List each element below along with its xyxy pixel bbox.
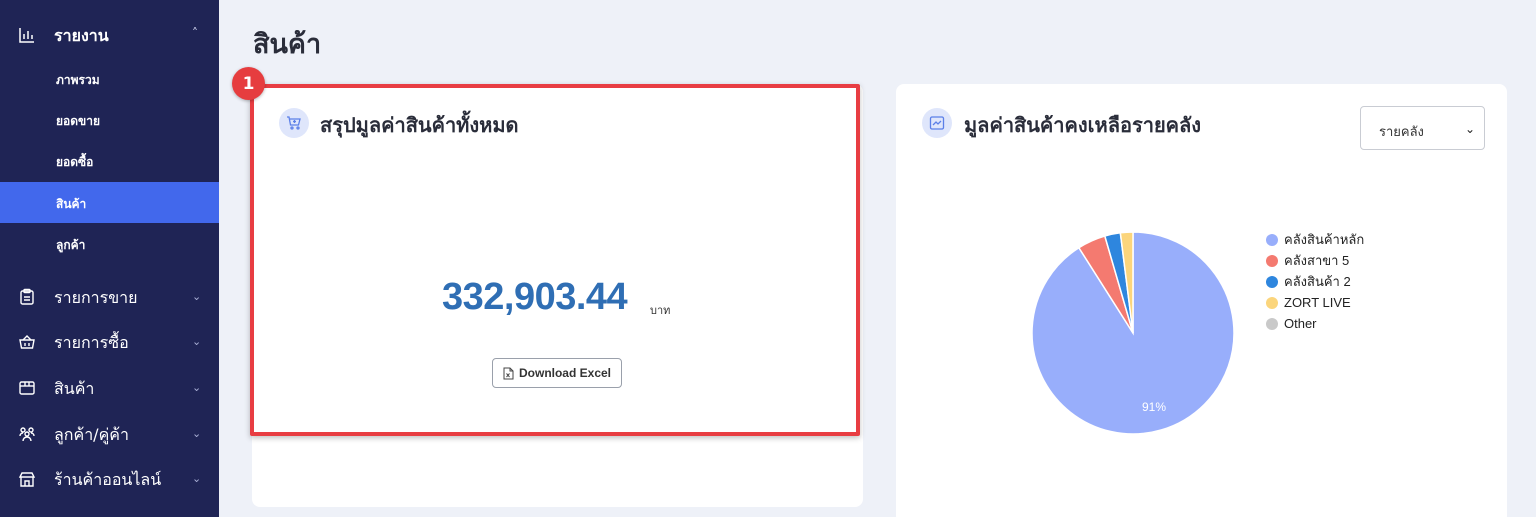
store-icon	[18, 472, 36, 487]
sidebar-subitem-overview[interactable]: ภาพรวม	[0, 58, 219, 99]
chevron-up-icon: ˄	[192, 26, 198, 40]
warehouse-pie-chart: 91%	[1031, 231, 1235, 435]
sidebar-item-products[interactable]: สินค้า ⌄	[0, 366, 219, 410]
annotation-badge: 1	[232, 67, 265, 100]
chevron-down-icon: ⌄	[192, 381, 202, 394]
legend-swatch	[1266, 233, 1278, 246]
sidebar-subitem-customers[interactable]: ลูกค้า	[0, 223, 219, 264]
warehouse-card-title: มูลค่าสินค้าคงเหลือรายคลัง	[964, 113, 1202, 137]
page-title: สินค้า	[253, 29, 322, 60]
bar-chart-icon	[19, 28, 34, 43]
sidebar-item-sales-orders[interactable]: รายการขาย ⌄	[0, 275, 219, 319]
legend-item[interactable]: Other	[1266, 313, 1364, 334]
legend-item[interactable]: ZORT LIVE	[1266, 292, 1364, 313]
chevron-down-icon: ⌄	[192, 427, 202, 440]
pie-slice-label: 91%	[1142, 400, 1166, 414]
sidebar-item-purchase-orders[interactable]: รายการซื้อ ⌄	[0, 320, 219, 364]
pie-legend: คลังสินค้าหลักคลังสาขา 5 คลังสินค้า 2 ZORT…	[1266, 229, 1364, 334]
box-icon	[19, 381, 35, 395]
legend-swatch	[1266, 275, 1278, 288]
sidebar-item-contacts[interactable]: ลูกค้า/คู่ค้า ⌄	[0, 412, 219, 456]
sidebar-subitem-purchases[interactable]: ยอดซื้อ	[0, 140, 219, 181]
warehouse-filter-select[interactable]: รายคลัง ⌄	[1360, 106, 1485, 150]
users-icon	[19, 427, 35, 442]
sidebar-section-label: รายงาน	[54, 26, 109, 45]
legend-item[interactable]: คลังสินค้า 2	[1266, 271, 1364, 292]
legend-swatch	[1266, 254, 1278, 267]
warehouse-filter-value: รายคลัง	[1379, 125, 1424, 140]
chevron-down-icon: ⌄	[192, 472, 202, 485]
chevron-down-icon: ⌄	[1465, 122, 1476, 136]
annotation-highlight	[250, 84, 860, 436]
legend-label: คลังสินค้า 2	[1284, 274, 1351, 289]
legend-item[interactable]: คลังสาขา 5	[1266, 250, 1364, 271]
sidebar-subitem-products[interactable]: สินค้า	[0, 182, 219, 223]
legend-label: คลังสินค้าหลัก	[1284, 232, 1365, 247]
clipboard-icon	[20, 288, 34, 305]
sidebar-section-reports[interactable]: รายงาน ˄	[0, 14, 219, 56]
legend-swatch	[1266, 296, 1278, 309]
legend-label: คลังสาขา 5	[1284, 253, 1350, 268]
legend-swatch	[1266, 317, 1278, 330]
sidebar: รายงาน ˄ ภาพรวม ยอดขาย ยอดซื้อ สินค้า ลู…	[0, 0, 219, 517]
legend-label: ZORT LIVE	[1284, 295, 1351, 310]
legend-item[interactable]: คลังสินค้าหลัก	[1266, 229, 1364, 250]
sidebar-item-online-store[interactable]: ร้านค้าออนไลน์ ⌄	[0, 457, 219, 501]
basket-icon	[19, 335, 35, 349]
chevron-down-icon: ⌄	[192, 290, 202, 303]
chevron-down-icon: ⌄	[192, 335, 202, 348]
legend-label: Other	[1284, 316, 1317, 331]
trend-chart-icon	[922, 108, 952, 138]
sidebar-subitem-sales[interactable]: ยอดขาย	[0, 99, 219, 140]
